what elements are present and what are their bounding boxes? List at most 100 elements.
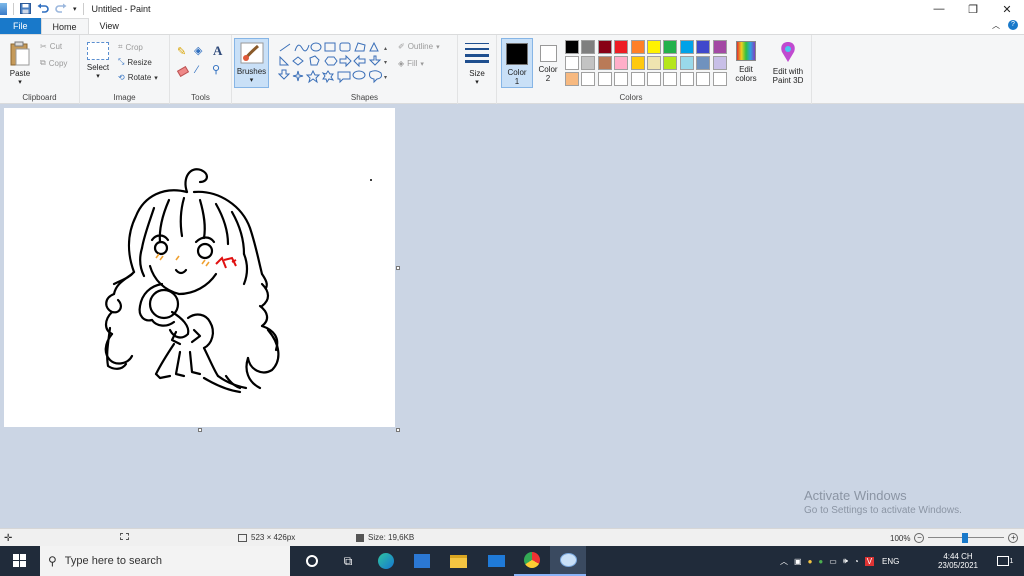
palette-color-swatch[interactable] (565, 56, 579, 70)
palette-color-swatch[interactable] (647, 56, 661, 70)
palette-color-swatch[interactable] (614, 40, 629, 54)
chat-tray-icon[interactable]: ● (818, 557, 823, 566)
select-button[interactable]: Select ▾ (84, 42, 112, 81)
paint-taskbar-button[interactable] (550, 546, 586, 576)
battery-icon[interactable]: ▭ (829, 557, 837, 566)
rotate-button[interactable]: ⟲ Rotate ▾ (118, 73, 158, 82)
text-icon[interactable]: A (213, 43, 222, 59)
palette-color-swatch[interactable] (614, 72, 629, 86)
palette-color-swatch[interactable] (581, 72, 596, 86)
notification-button[interactable]: 1 (990, 546, 1020, 576)
palette-color-swatch[interactable] (597, 72, 612, 86)
palette-color-swatch[interactable] (712, 40, 727, 54)
fill-icon[interactable]: ◈ (194, 44, 202, 57)
palette-color-swatch[interactable] (565, 40, 579, 54)
palette-color-swatch[interactable] (696, 40, 711, 54)
save-icon[interactable] (20, 2, 31, 16)
resize-handle-right[interactable] (396, 266, 400, 270)
colors-group: Color 1 Color 2 Edit colors Edit with Pa… (496, 35, 812, 104)
palette-color-swatch[interactable] (597, 56, 612, 70)
palette-color-swatch[interactable] (663, 56, 678, 70)
palette-color-swatch[interactable] (663, 72, 678, 86)
taskbar-search[interactable]: ⚲ Type here to search (40, 546, 290, 576)
wifi-icon[interactable]: ◔ (854, 557, 859, 566)
minimize-button[interactable]: ― (922, 0, 956, 18)
palette-color-swatch[interactable] (581, 56, 596, 70)
resize-handle-corner[interactable] (396, 428, 400, 432)
size-button[interactable]: Size ▾ (463, 41, 491, 87)
palette-color-swatch[interactable] (663, 40, 678, 54)
shapes-gallery[interactable]: ▴ ▾ ▾ (278, 41, 392, 89)
edge-button[interactable] (368, 546, 404, 576)
zoom-slider-thumb[interactable] (962, 533, 969, 543)
show-hidden-icons-icon[interactable]: ︿ (780, 556, 788, 567)
chrome-button[interactable] (514, 546, 550, 576)
task-view-button[interactable]: ⧉ (330, 546, 366, 576)
eraser-icon[interactable] (176, 65, 190, 78)
cut-button[interactable]: ✂ Cut (40, 42, 62, 51)
palette-color-swatch[interactable] (696, 72, 711, 86)
palette-color-swatch[interactable] (581, 40, 596, 54)
zoom-in-button[interactable]: + (1008, 533, 1019, 543)
camera-tray-icon[interactable]: ▣ (794, 557, 802, 566)
resize-handle-bottom[interactable] (198, 428, 202, 432)
outline-button[interactable]: ✐ Outline ▾ (398, 42, 440, 51)
palette-color-swatch[interactable] (679, 56, 694, 70)
language-indicator[interactable]: ENG (882, 557, 899, 566)
store-button[interactable] (404, 546, 440, 576)
clock-date: 23/05/2021 (937, 561, 979, 570)
zoom-out-button[interactable]: − (914, 533, 925, 543)
tab-file[interactable]: File (0, 18, 41, 34)
zoom-slider[interactable] (928, 533, 1005, 543)
palette-color-swatch[interactable] (614, 56, 629, 70)
cortana-button[interactable] (294, 546, 330, 576)
brushes-button[interactable]: Brushes ▾ (234, 38, 269, 88)
palette-color-swatch[interactable] (647, 72, 661, 86)
color-wheel-icon (736, 41, 756, 61)
edit-colors-button[interactable]: Edit colors (731, 41, 761, 83)
volume-icon[interactable]: 🕪 (843, 556, 848, 566)
start-button[interactable] (2, 546, 38, 576)
color1-button[interactable]: Color 1 (501, 38, 533, 88)
crop-button[interactable]: ⌗ Crop (118, 42, 143, 52)
tab-home[interactable]: Home (40, 18, 89, 34)
svg-text:▾: ▾ (384, 75, 387, 81)
customize-quick-access-icon[interactable]: ▾ (73, 5, 77, 13)
collapse-ribbon-icon[interactable]: ︿ (992, 20, 1000, 31)
mail-button[interactable] (478, 546, 514, 576)
tab-view[interactable]: View (89, 18, 130, 34)
drawing-canvas[interactable] (4, 108, 395, 427)
palette-color-swatch[interactable] (630, 56, 645, 70)
canvas-workspace[interactable]: Activate Windows Go to Settings to activ… (0, 104, 1024, 528)
fill-button[interactable]: ◈ Fill ▾ (398, 59, 424, 68)
restore-button[interactable]: ❐ (956, 0, 990, 18)
app-tray-icon[interactable]: ● (808, 557, 813, 566)
resize-button[interactable]: ⤡ Resize (118, 57, 152, 67)
palette-color-swatch[interactable] (630, 40, 645, 54)
close-button[interactable]: ✕ (990, 0, 1024, 18)
magnifier-icon[interactable]: ⚲ (212, 63, 220, 76)
paste-button[interactable]: Paste ▾ (5, 41, 35, 87)
undo-icon[interactable] (37, 3, 49, 16)
edit-with-paint3d-button[interactable]: Edit with Paint 3D (767, 41, 809, 85)
copy-button[interactable]: ⧉ Copy (40, 58, 67, 68)
clock[interactable]: 4:44 CH 23/05/2021 (930, 546, 986, 576)
palette-color-swatch[interactable] (712, 56, 727, 70)
palette-color-swatch[interactable] (565, 72, 579, 86)
palette-color-swatch[interactable] (712, 72, 727, 86)
unikey-icon[interactable]: V (864, 556, 875, 566)
palette-color-swatch[interactable] (679, 72, 694, 86)
help-icon[interactable]: ? (1008, 20, 1018, 30)
color2-button[interactable]: Color 2 (535, 38, 561, 88)
paint-app-icon[interactable] (0, 3, 7, 15)
palette-color-swatch[interactable] (647, 40, 661, 54)
palette-color-swatch[interactable] (696, 56, 711, 70)
file-explorer-button[interactable] (440, 546, 476, 576)
resize-icon: ⤡ (118, 57, 125, 66)
palette-color-swatch[interactable] (597, 40, 612, 54)
palette-color-swatch[interactable] (679, 40, 694, 54)
palette-color-swatch[interactable] (630, 72, 645, 86)
color-picker-icon[interactable]: ⁄ (196, 64, 198, 76)
redo-icon[interactable] (55, 3, 67, 16)
pencil-icon[interactable]: ✎ (177, 45, 186, 58)
